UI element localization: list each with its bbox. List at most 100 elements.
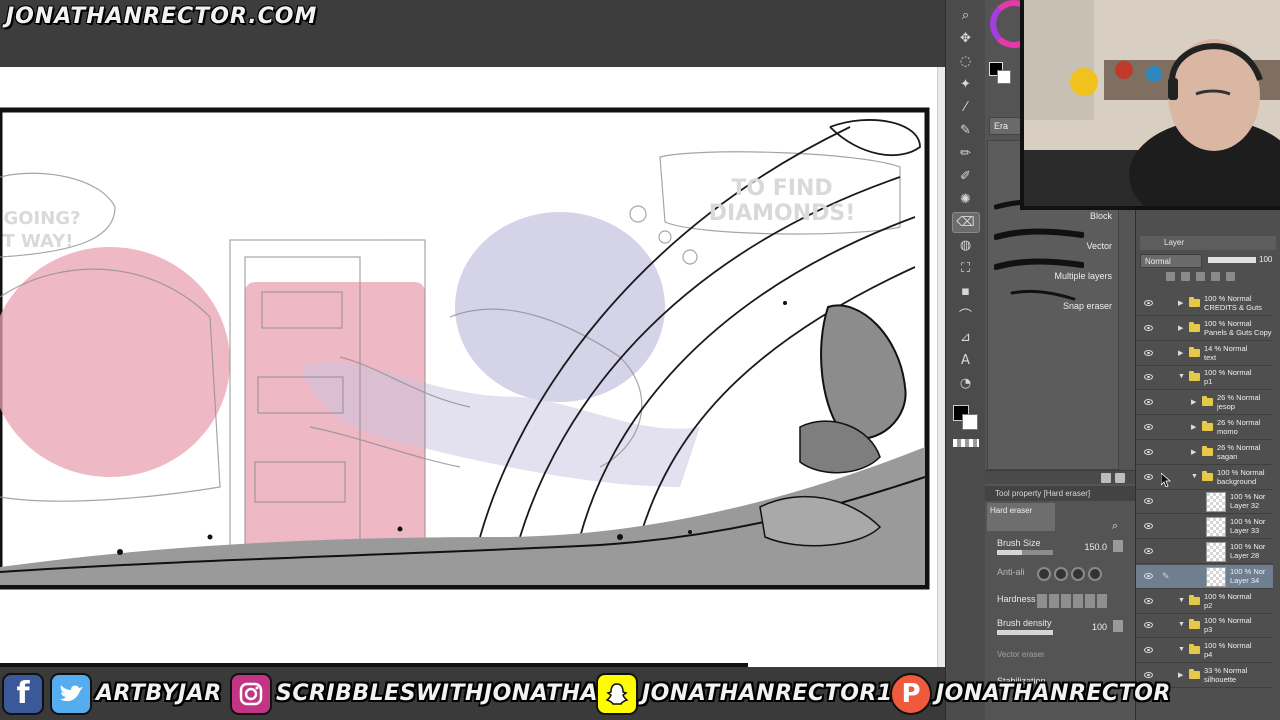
chevron-down-icon[interactable]: ▼ bbox=[1178, 646, 1185, 653]
add-subtool-icon[interactable] bbox=[1101, 472, 1111, 483]
instagram-link[interactable]: SCRIBBLESWITHJONATHAN bbox=[230, 667, 617, 720]
anti-alias-row[interactable]: Anti-ali bbox=[997, 567, 1123, 589]
hardness-row[interactable]: Hardness bbox=[997, 594, 1123, 616]
ruler-tool-icon[interactable]: ⊿ bbox=[953, 328, 979, 347]
text-tool-icon[interactable]: A bbox=[953, 351, 979, 370]
lasso-tool-icon[interactable]: ◌ bbox=[953, 52, 979, 71]
blend-tool-icon[interactable]: ◍ bbox=[953, 236, 979, 255]
fill-tool-icon[interactable]: ⛶ bbox=[953, 259, 979, 278]
anti-alias-none[interactable] bbox=[1037, 567, 1051, 581]
drawing-canvas[interactable]: TO FIND DIAMONDS! GOING? T WAY! bbox=[0, 67, 945, 667]
balloon-tool-icon[interactable]: ◔ bbox=[953, 374, 979, 393]
brush-density-row[interactable]: Brush density 100 bbox=[997, 618, 1123, 640]
brush-size-spinner[interactable] bbox=[1113, 540, 1123, 552]
eye-icon[interactable] bbox=[1144, 424, 1153, 430]
layer-folder-row[interactable]: ▼ 100 % Normal p3 bbox=[1136, 614, 1273, 639]
magnify-icon[interactable]: ⌕ bbox=[1112, 520, 1118, 533]
comic-panel-artwork[interactable]: TO FIND DIAMONDS! GOING? T WAY! bbox=[0, 67, 937, 667]
eye-icon[interactable] bbox=[1144, 399, 1153, 406]
eye-icon[interactable] bbox=[1144, 523, 1153, 530]
layer-folder-row[interactable]: ▶ 26 % Normal jesop bbox=[1136, 391, 1273, 416]
eye-icon[interactable] bbox=[1144, 349, 1153, 356]
eraser-tool-icon[interactable]: ⌫ bbox=[951, 212, 980, 233]
brush-density-spinner[interactable] bbox=[1113, 620, 1123, 632]
brush-tool-icon[interactable]: ✐ bbox=[953, 167, 979, 186]
hardness-seg[interactable] bbox=[1085, 594, 1095, 608]
brush-size-value[interactable]: 150.0 bbox=[1084, 542, 1107, 552]
layer-folder-row[interactable]: ▶ 26 % Normal sagan bbox=[1136, 441, 1273, 465]
layer-opacity-slider[interactable] bbox=[1208, 257, 1256, 263]
layer-folder-row[interactable]: ▼ 100 % Normal p2 bbox=[1136, 590, 1273, 614]
eye-icon[interactable] bbox=[1144, 473, 1153, 480]
move-tool-icon[interactable]: ✥ bbox=[953, 29, 979, 48]
eye-icon[interactable] bbox=[1144, 597, 1153, 604]
anti-alias-strong[interactable] bbox=[1088, 567, 1102, 581]
wand-tool-icon[interactable]: ✦ bbox=[953, 75, 979, 94]
lock-icon[interactable] bbox=[1166, 272, 1175, 281]
anti-alias-medium[interactable] bbox=[1071, 567, 1085, 581]
eye-icon[interactable] bbox=[1144, 548, 1153, 554]
subtool-vector[interactable]: Vector bbox=[992, 225, 1116, 253]
blend-mode-select[interactable]: Normal bbox=[1140, 254, 1202, 268]
facebook-link[interactable]: f bbox=[2, 667, 44, 720]
chevron-down-icon[interactable]: ▼ bbox=[1191, 473, 1198, 480]
hardness-seg[interactable] bbox=[1049, 594, 1059, 608]
chevron-right-icon[interactable]: ▶ bbox=[1191, 398, 1196, 406]
draft-icon[interactable] bbox=[1211, 272, 1220, 281]
chevron-down-icon[interactable]: ▼ bbox=[1178, 597, 1185, 604]
sub-color-swatch[interactable] bbox=[961, 414, 978, 430]
layer-folder-row[interactable]: ▶ 100 % Normal CREDITS & Guts bbox=[1136, 292, 1273, 316]
anti-alias-weak[interactable] bbox=[1054, 567, 1068, 581]
layer-row[interactable]: 100 % Nor Layer 33 bbox=[1136, 515, 1273, 540]
mask-icon[interactable] bbox=[1226, 272, 1235, 281]
chevron-right-icon[interactable]: ▶ bbox=[1178, 324, 1183, 332]
airbrush-tool-icon[interactable]: ✺ bbox=[953, 190, 979, 209]
periscope-link[interactable]: P JONATHANRECTOR bbox=[890, 667, 1171, 720]
brush-density-value[interactable]: 100 bbox=[1092, 622, 1107, 632]
chevron-right-icon[interactable]: ▶ bbox=[1178, 349, 1183, 357]
hardness-seg[interactable] bbox=[1037, 594, 1047, 608]
eye-icon[interactable] bbox=[1144, 647, 1153, 654]
eye-icon[interactable] bbox=[1144, 374, 1153, 381]
chevron-right-icon[interactable]: ▶ bbox=[1191, 423, 1196, 431]
pencil-tool-icon[interactable]: ✏ bbox=[953, 144, 979, 163]
hardness-seg[interactable] bbox=[1073, 594, 1083, 608]
brush-density-slider[interactable] bbox=[997, 630, 1053, 635]
reference-icon[interactable] bbox=[1196, 272, 1205, 281]
layer-folder-row[interactable]: ▶ 100 % Normal Panels & Guts Copy bbox=[1136, 317, 1273, 341]
subtool-snap-eraser[interactable]: Snap eraser bbox=[992, 285, 1116, 313]
layer-folder-row[interactable]: ▼ 100 % Normal p4 bbox=[1136, 639, 1273, 664]
canvas-scrollbar[interactable] bbox=[937, 67, 945, 667]
eye-icon[interactable] bbox=[1144, 448, 1153, 455]
eyedropper-tool-icon[interactable]: ⁄ bbox=[953, 98, 979, 117]
brush-size-slider[interactable] bbox=[997, 550, 1053, 555]
chevron-right-icon[interactable]: ▶ bbox=[1178, 299, 1183, 307]
eye-icon[interactable] bbox=[1144, 324, 1153, 331]
brush-size-row[interactable]: Brush Size 150.0 bbox=[997, 538, 1123, 560]
twitter-link[interactable]: ARTBYJAR bbox=[50, 667, 222, 720]
layer-folder-row[interactable]: ▶ 14 % Normal text bbox=[1136, 342, 1273, 366]
chevron-down-icon[interactable]: ▼ bbox=[1178, 373, 1185, 380]
eye-icon[interactable] bbox=[1144, 622, 1153, 629]
wheel-sub-color[interactable] bbox=[997, 70, 1011, 84]
layer-row[interactable]: 100 % Nor Layer 32 bbox=[1136, 490, 1273, 515]
transparent-color-swatch[interactable] bbox=[952, 439, 979, 447]
delete-subtool-icon[interactable] bbox=[1115, 472, 1125, 483]
clip-icon[interactable] bbox=[1181, 272, 1190, 281]
figure-tool-icon[interactable]: ⌒ bbox=[953, 305, 979, 324]
snapchat-link[interactable]: JONATHANRECTOR1 bbox=[596, 667, 893, 720]
anti-alias-options[interactable] bbox=[1037, 567, 1102, 581]
layer-opacity-value[interactable]: 100 bbox=[1259, 255, 1272, 264]
chevron-right-icon[interactable]: ▶ bbox=[1191, 448, 1196, 456]
hardness-seg[interactable] bbox=[1061, 594, 1071, 608]
chevron-down-icon[interactable]: ▼ bbox=[1178, 621, 1185, 628]
layer-folder-row[interactable]: ▼ 100 % Normal p1 bbox=[1136, 366, 1273, 391]
eye-icon[interactable] bbox=[1144, 300, 1153, 306]
layer-folder-row[interactable]: ▶ 26 % Normal momo bbox=[1136, 416, 1273, 440]
gradient-tool-icon[interactable]: ▪ bbox=[953, 282, 979, 301]
eye-icon[interactable] bbox=[1144, 498, 1153, 505]
layer-folder-row[interactable]: ▼ 100 % Normal background bbox=[1136, 466, 1273, 490]
layer-panel-tab[interactable]: Layer bbox=[1140, 236, 1276, 250]
subtool-multiple-layers[interactable]: Multiple layers bbox=[992, 255, 1116, 283]
color-swatches[interactable] bbox=[951, 403, 981, 433]
